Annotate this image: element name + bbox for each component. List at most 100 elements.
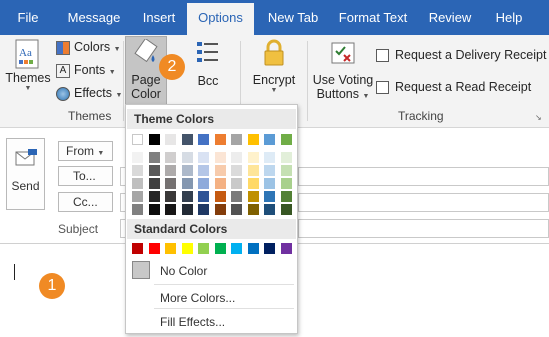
- standard-color-swatch[interactable]: [132, 243, 143, 254]
- theme-shade-swatch[interactable]: [132, 178, 143, 189]
- themes-button[interactable]: Aa Themes ▼: [5, 39, 51, 105]
- theme-color-swatch[interactable]: [132, 134, 143, 145]
- theme-shade-swatch[interactable]: [231, 191, 242, 202]
- send-button[interactable]: Send: [6, 138, 45, 210]
- theme-shade-swatch[interactable]: [165, 178, 176, 189]
- theme-shade-swatch[interactable]: [247, 178, 259, 189]
- theme-shade-swatch[interactable]: [280, 152, 292, 163]
- theme-shade-swatch[interactable]: [148, 165, 160, 176]
- theme-shade-swatch[interactable]: [148, 178, 160, 189]
- theme-shade-swatch[interactable]: [198, 152, 209, 163]
- theme-color-swatch[interactable]: [247, 134, 259, 145]
- from-button[interactable]: From ▼: [58, 141, 113, 161]
- theme-color-swatch[interactable]: [165, 134, 176, 145]
- theme-shade-swatch[interactable]: [264, 191, 275, 202]
- more-colors-option[interactable]: More Colors...: [160, 291, 235, 305]
- standard-color-swatch[interactable]: [165, 243, 176, 254]
- cc-button[interactable]: Cc...: [58, 192, 113, 212]
- theme-shade-swatch[interactable]: [264, 152, 275, 163]
- dialog-launcher-icon[interactable]: ↘: [535, 113, 542, 122]
- theme-shade-swatch[interactable]: [132, 191, 143, 202]
- theme-shade-swatch[interactable]: [231, 178, 242, 189]
- standard-color-swatch[interactable]: [214, 243, 226, 254]
- theme-shade-swatch[interactable]: [198, 165, 209, 176]
- theme-shade-swatch[interactable]: [181, 178, 193, 189]
- tab-new-tab[interactable]: New Tab: [254, 0, 332, 35]
- tab-help[interactable]: Help: [486, 0, 532, 35]
- theme-shade-swatch[interactable]: [264, 178, 275, 189]
- theme-color-swatch[interactable]: [280, 134, 292, 145]
- theme-shade-swatch[interactable]: [132, 165, 143, 176]
- theme-shade-swatch[interactable]: [247, 191, 259, 202]
- theme-shade-swatch[interactable]: [198, 191, 209, 202]
- theme-shade-swatch[interactable]: [247, 165, 259, 176]
- cc-input-right[interactable]: [298, 193, 549, 212]
- theme-shade-swatch[interactable]: [165, 165, 176, 176]
- theme-shade-swatch[interactable]: [264, 204, 275, 215]
- theme-color-swatch[interactable]: [264, 134, 275, 145]
- tab-file[interactable]: File: [0, 0, 56, 35]
- tab-format-text[interactable]: Format Text: [332, 0, 414, 35]
- standard-color-swatch[interactable]: [247, 243, 259, 254]
- standard-color-swatch[interactable]: [198, 243, 209, 254]
- colors-button[interactable]: Colors ▼: [56, 37, 121, 57]
- fill-effects-option[interactable]: Fill Effects...: [160, 315, 225, 329]
- subject-input-right[interactable]: [298, 219, 549, 238]
- tab-insert[interactable]: Insert: [132, 0, 186, 35]
- theme-shade-swatch[interactable]: [165, 204, 176, 215]
- theme-shade-swatch[interactable]: [214, 178, 226, 189]
- tab-message[interactable]: Message: [56, 0, 132, 35]
- standard-color-swatch[interactable]: [264, 243, 275, 254]
- checkbox-box[interactable]: [376, 81, 389, 95]
- no-color-swatch[interactable]: [132, 261, 150, 279]
- theme-shade-swatch[interactable]: [214, 204, 226, 215]
- theme-shade-swatch[interactable]: [247, 204, 259, 215]
- no-color-option[interactable]: No Color: [160, 264, 207, 278]
- to-button[interactable]: To...: [58, 166, 113, 186]
- theme-color-swatch[interactable]: [148, 134, 160, 145]
- theme-shade-swatch[interactable]: [280, 191, 292, 202]
- standard-color-swatch[interactable]: [148, 243, 160, 254]
- read-receipt-checkbox[interactable]: Request a Read Receipt: [376, 80, 531, 95]
- theme-shade-swatch[interactable]: [231, 204, 242, 215]
- encrypt-button[interactable]: Encrypt ▼: [248, 39, 300, 105]
- theme-shade-swatch[interactable]: [280, 178, 292, 189]
- theme-color-swatch[interactable]: [214, 134, 226, 145]
- theme-shade-swatch[interactable]: [247, 152, 259, 163]
- theme-shade-swatch[interactable]: [181, 191, 193, 202]
- theme-color-swatch[interactable]: [198, 134, 209, 145]
- theme-shade-swatch[interactable]: [198, 178, 209, 189]
- effects-button[interactable]: Effects ▼: [56, 83, 122, 103]
- standard-color-swatch[interactable]: [181, 243, 193, 254]
- checkbox-box[interactable]: [376, 49, 389, 63]
- standard-color-swatch[interactable]: [231, 243, 242, 254]
- theme-shade-swatch[interactable]: [264, 165, 275, 176]
- theme-shade-swatch[interactable]: [132, 204, 143, 215]
- tab-review[interactable]: Review: [414, 0, 486, 35]
- theme-shade-swatch[interactable]: [181, 152, 193, 163]
- theme-shade-swatch[interactable]: [148, 204, 160, 215]
- tab-options[interactable]: Options: [187, 3, 254, 35]
- theme-color-swatch[interactable]: [181, 134, 193, 145]
- standard-color-swatch[interactable]: [280, 243, 292, 254]
- theme-shade-swatch[interactable]: [214, 165, 226, 176]
- theme-shade-swatch[interactable]: [214, 191, 226, 202]
- theme-shade-swatch[interactable]: [280, 165, 292, 176]
- theme-shade-swatch[interactable]: [132, 152, 143, 163]
- fonts-button[interactable]: A Fonts ▼: [56, 60, 116, 80]
- theme-color-swatch[interactable]: [231, 134, 242, 145]
- theme-shade-swatch[interactable]: [181, 204, 193, 215]
- theme-shade-swatch[interactable]: [214, 152, 226, 163]
- theme-shade-swatch[interactable]: [165, 191, 176, 202]
- theme-shade-swatch[interactable]: [198, 204, 209, 215]
- to-input-right[interactable]: [298, 167, 549, 186]
- theme-shade-swatch[interactable]: [280, 204, 292, 215]
- theme-shade-swatch[interactable]: [231, 152, 242, 163]
- theme-shade-swatch[interactable]: [148, 191, 160, 202]
- theme-shade-swatch[interactable]: [231, 165, 242, 176]
- delivery-receipt-checkbox[interactable]: Request a Delivery Receipt: [376, 48, 546, 63]
- theme-shade-swatch[interactable]: [165, 152, 176, 163]
- theme-shade-swatch[interactable]: [181, 165, 193, 176]
- theme-shade-swatch[interactable]: [148, 152, 160, 163]
- bcc-button[interactable]: Bcc: [190, 39, 226, 91]
